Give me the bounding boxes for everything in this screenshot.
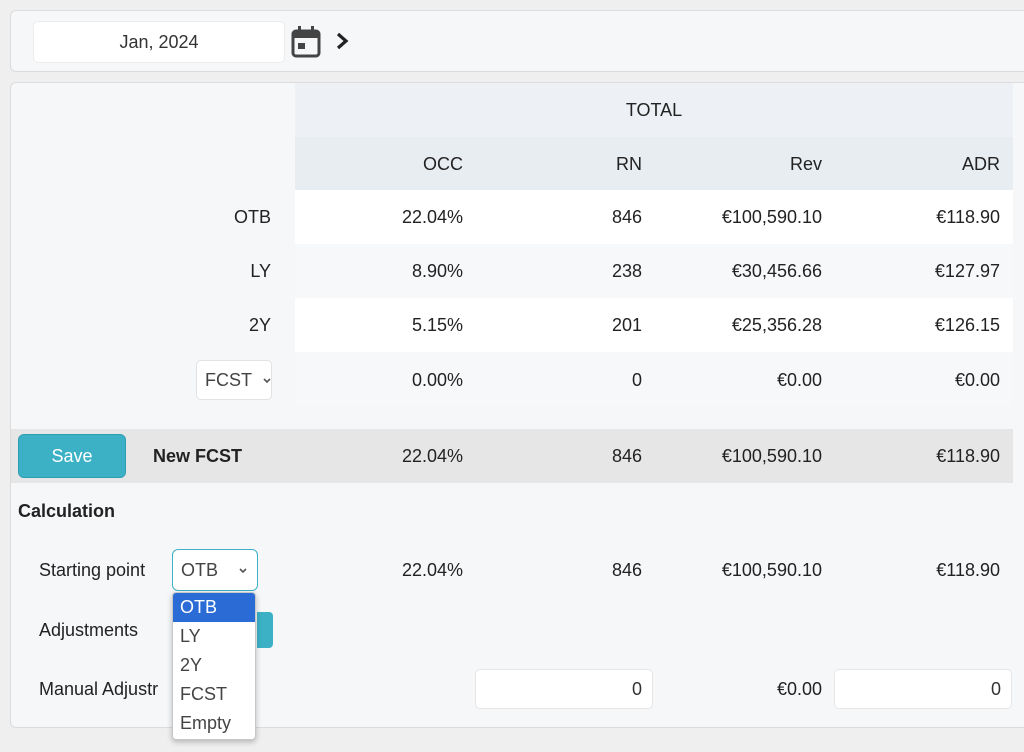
manual-adjustment-label: Manual Adjustr: [39, 679, 159, 699]
date-toolbar: Jan, 2024: [10, 10, 1024, 72]
save-button[interactable]: Save: [18, 434, 126, 478]
manual-rn-input[interactable]: 0: [475, 669, 653, 709]
starting-point-label: Starting point: [39, 560, 146, 580]
total-header: TOTAL: [625, 100, 683, 120]
dropdown-option-ly[interactable]: LY: [173, 622, 255, 651]
starting-point-select[interactable]: OTB: [172, 549, 258, 591]
new-fcst-rev: €100,590.10: [721, 446, 822, 466]
fcst-rev: €0.00: [776, 370, 822, 390]
month-input[interactable]: Jan, 2024: [33, 21, 285, 63]
ly-adr: €127.97: [934, 261, 1000, 281]
new-fcst-rn: 846: [611, 446, 642, 466]
column-header-occ: OCC: [423, 154, 463, 174]
column-header-rn: RN: [616, 154, 642, 174]
fcst-occ: 0.00%: [411, 370, 463, 390]
otb-adr: €118.90: [936, 207, 1000, 227]
dropdown-option-otb[interactable]: OTB: [173, 593, 255, 622]
starting-point-rn: 846: [611, 560, 642, 580]
dropdown-option-2y[interactable]: 2Y: [173, 651, 255, 680]
new-fcst-adr: €118.90: [936, 446, 1000, 466]
chevron-down-icon: [263, 378, 271, 384]
starting-point-adr: €118.90: [936, 560, 1000, 580]
calendar-icon[interactable]: [290, 25, 322, 59]
adjustments-label: Adjustments: [39, 620, 139, 640]
2y-rn: 201: [611, 315, 642, 335]
chevron-right-icon[interactable]: [333, 29, 353, 53]
starting-point-value: OTB: [181, 560, 219, 580]
otb-rn: 846: [611, 207, 642, 227]
new-fcst-label: New FCST: [153, 446, 243, 466]
manual-adr-input[interactable]: 0: [834, 669, 1012, 709]
fcst-rn: 0: [631, 370, 642, 390]
ly-rn: 238: [611, 261, 642, 281]
row-label-2y: 2Y: [248, 315, 271, 335]
starting-point-dropdown: OTB LY 2Y FCST Empty: [172, 592, 256, 740]
new-fcst-occ: 22.04%: [401, 446, 463, 466]
calculation-title: Calculation: [18, 501, 116, 521]
dropdown-option-empty[interactable]: Empty: [173, 709, 255, 738]
adjustments-button[interactable]: [257, 612, 273, 648]
otb-occ: 22.04%: [401, 207, 463, 227]
ly-rev: €30,456.66: [731, 261, 822, 281]
2y-adr: €126.15: [934, 315, 1000, 335]
2y-occ: 5.15%: [411, 315, 463, 335]
chevron-down-icon: [239, 568, 247, 574]
column-header-adr: ADR: [961, 154, 1000, 174]
starting-point-rev: €100,590.10: [721, 560, 822, 580]
forecast-panel: TOTAL OCC RN Rev ADR OTB 22.04% 846 €100…: [10, 82, 1024, 728]
row-label-ly: LY: [250, 261, 271, 281]
ly-occ: 8.90%: [411, 261, 463, 281]
otb-rev: €100,590.10: [721, 207, 822, 227]
manual-rev-value: €0.00: [776, 679, 822, 699]
dropdown-option-fcst[interactable]: FCST: [173, 680, 255, 709]
fcst-adr: €0.00: [954, 370, 1000, 390]
starting-point-occ: 22.04%: [401, 560, 463, 580]
row-label-otb: OTB: [233, 207, 271, 227]
fcst-select[interactable]: FCST: [196, 360, 272, 400]
2y-rev: €25,356.28: [731, 315, 822, 335]
fcst-select-value: FCST: [205, 370, 252, 390]
column-header-rev: Rev: [789, 154, 822, 174]
